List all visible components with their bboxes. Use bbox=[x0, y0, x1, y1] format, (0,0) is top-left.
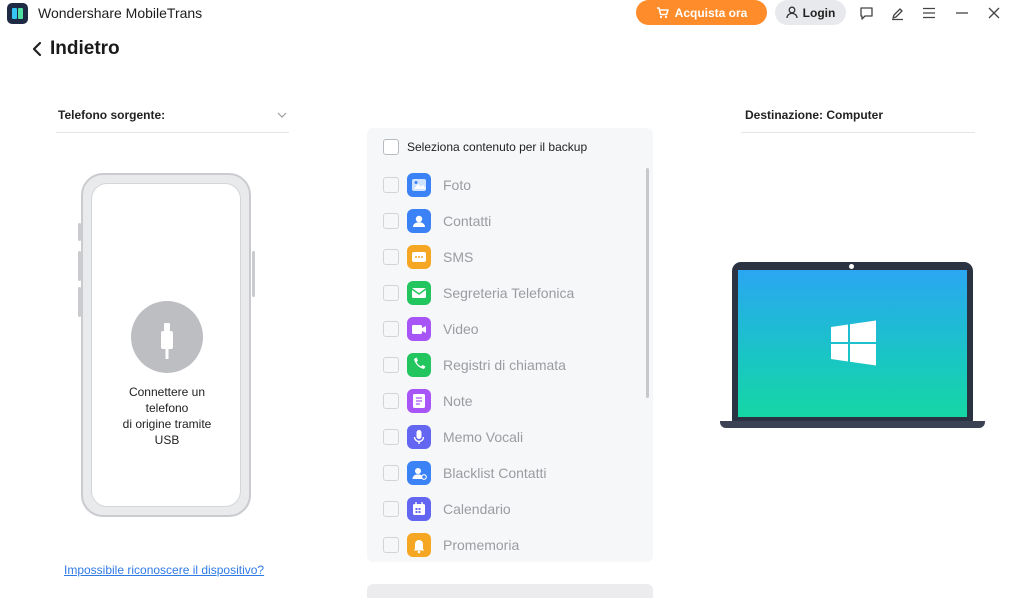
back-button[interactable]: Indietro bbox=[32, 38, 120, 60]
voicemail-icon bbox=[407, 281, 431, 305]
phone-button bbox=[78, 223, 81, 241]
list-item[interactable]: Registri di chiamata bbox=[383, 353, 566, 377]
laptop-base bbox=[720, 421, 985, 428]
item-checkbox[interactable] bbox=[383, 321, 399, 337]
usb-cable-icon bbox=[131, 301, 203, 373]
item-label: Memo Vocali bbox=[443, 429, 524, 445]
content-selection-panel: Seleziona contenuto per il backup Foto C… bbox=[367, 128, 653, 562]
list-item[interactable]: Foto bbox=[383, 173, 471, 197]
destination-header: Destinazione: Computer bbox=[741, 97, 975, 133]
device-not-recognized-link[interactable]: Impossibile riconoscere il dispositivo? bbox=[64, 563, 264, 577]
list-item[interactable]: Promemoria bbox=[383, 533, 519, 557]
photo-icon bbox=[407, 173, 431, 197]
webcam-icon bbox=[849, 264, 854, 269]
item-checkbox[interactable] bbox=[383, 357, 399, 373]
list-item[interactable]: Segreteria Telefonica bbox=[383, 281, 574, 305]
item-label: Contatti bbox=[443, 213, 492, 229]
item-checkbox[interactable] bbox=[383, 393, 399, 409]
list-scrollbar[interactable] bbox=[646, 168, 649, 398]
call-log-icon bbox=[407, 353, 431, 377]
chevron-down-icon bbox=[277, 112, 287, 118]
phone-button bbox=[252, 251, 255, 297]
item-label: Calendario bbox=[443, 501, 511, 517]
list-item[interactable]: Blacklist Contatti bbox=[383, 461, 546, 485]
feedback-icon[interactable] bbox=[856, 3, 876, 23]
item-checkbox[interactable] bbox=[383, 465, 399, 481]
destination-label: Destinazione: Computer bbox=[745, 107, 884, 122]
minimize-icon[interactable] bbox=[952, 3, 972, 23]
app-title: Wondershare MobileTrans bbox=[38, 5, 203, 21]
item-label: SMS bbox=[443, 249, 474, 265]
item-checkbox[interactable] bbox=[383, 285, 399, 301]
phone-button bbox=[78, 287, 81, 317]
list-item[interactable]: Note bbox=[383, 389, 473, 413]
item-label: Foto bbox=[443, 177, 472, 193]
source-phone-select[interactable]: Telefono sorgente: bbox=[56, 97, 289, 133]
microphone-icon bbox=[407, 425, 431, 449]
reminder-icon bbox=[407, 533, 431, 557]
login-label: Login bbox=[802, 5, 836, 20]
calendar-icon bbox=[407, 497, 431, 521]
buy-now-button[interactable]: Acquista ora bbox=[636, 0, 767, 25]
phone-button bbox=[78, 251, 81, 281]
app-logo-icon bbox=[7, 3, 28, 24]
notes-icon bbox=[407, 389, 431, 413]
item-checkbox[interactable] bbox=[383, 249, 399, 265]
item-checkbox[interactable] bbox=[383, 537, 399, 553]
chevron-left-icon bbox=[32, 41, 42, 57]
cart-icon bbox=[656, 6, 669, 18]
windows-logo-icon bbox=[831, 320, 876, 366]
item-label: Note bbox=[443, 393, 473, 409]
connect-message: Connettere un telefono di origine tramit… bbox=[122, 385, 212, 447]
close-icon[interactable] bbox=[984, 3, 1004, 23]
back-label: Indietro bbox=[50, 38, 120, 59]
edit-icon[interactable] bbox=[887, 3, 907, 23]
source-label: Telefono sorgente: bbox=[58, 107, 166, 122]
phone-illustration: Connettere un telefono di origine tramit… bbox=[78, 173, 255, 517]
list-item[interactable]: Video bbox=[383, 317, 479, 341]
backup-start-button[interactable] bbox=[367, 584, 653, 598]
laptop-illustration bbox=[732, 262, 973, 422]
title-bar: Wondershare MobileTrans Acquista ora Log… bbox=[0, 0, 1021, 26]
item-checkbox[interactable] bbox=[383, 213, 399, 229]
item-checkbox[interactable] bbox=[383, 501, 399, 517]
buy-now-label: Acquista ora bbox=[674, 5, 748, 20]
menu-icon[interactable] bbox=[919, 3, 939, 23]
item-label: Segreteria Telefonica bbox=[443, 285, 575, 301]
item-checkbox[interactable] bbox=[383, 429, 399, 445]
list-item[interactable]: Memo Vocali bbox=[383, 425, 523, 449]
item-label: Blacklist Contatti bbox=[443, 465, 547, 481]
contacts-icon bbox=[407, 209, 431, 233]
video-icon bbox=[407, 317, 431, 341]
item-label: Promemoria bbox=[443, 537, 520, 553]
list-item[interactable]: Contatti bbox=[383, 209, 491, 233]
item-label: Registri di chiamata bbox=[443, 357, 566, 373]
select-all-label: Seleziona contenuto per il backup bbox=[407, 140, 588, 154]
user-icon bbox=[786, 6, 798, 19]
blacklist-icon bbox=[407, 461, 431, 485]
list-item[interactable]: SMS bbox=[383, 245, 473, 269]
laptop-screen bbox=[738, 270, 967, 417]
item-label: Video bbox=[443, 321, 479, 337]
select-all-row[interactable]: Seleziona contenuto per il backup bbox=[383, 139, 587, 155]
select-all-checkbox[interactable] bbox=[383, 139, 399, 155]
phone-screen: Connettere un telefono di origine tramit… bbox=[91, 183, 241, 507]
sms-icon bbox=[407, 245, 431, 269]
list-item[interactable]: Calendario bbox=[383, 497, 511, 521]
item-checkbox[interactable] bbox=[383, 177, 399, 193]
login-button[interactable]: Login bbox=[775, 0, 846, 25]
